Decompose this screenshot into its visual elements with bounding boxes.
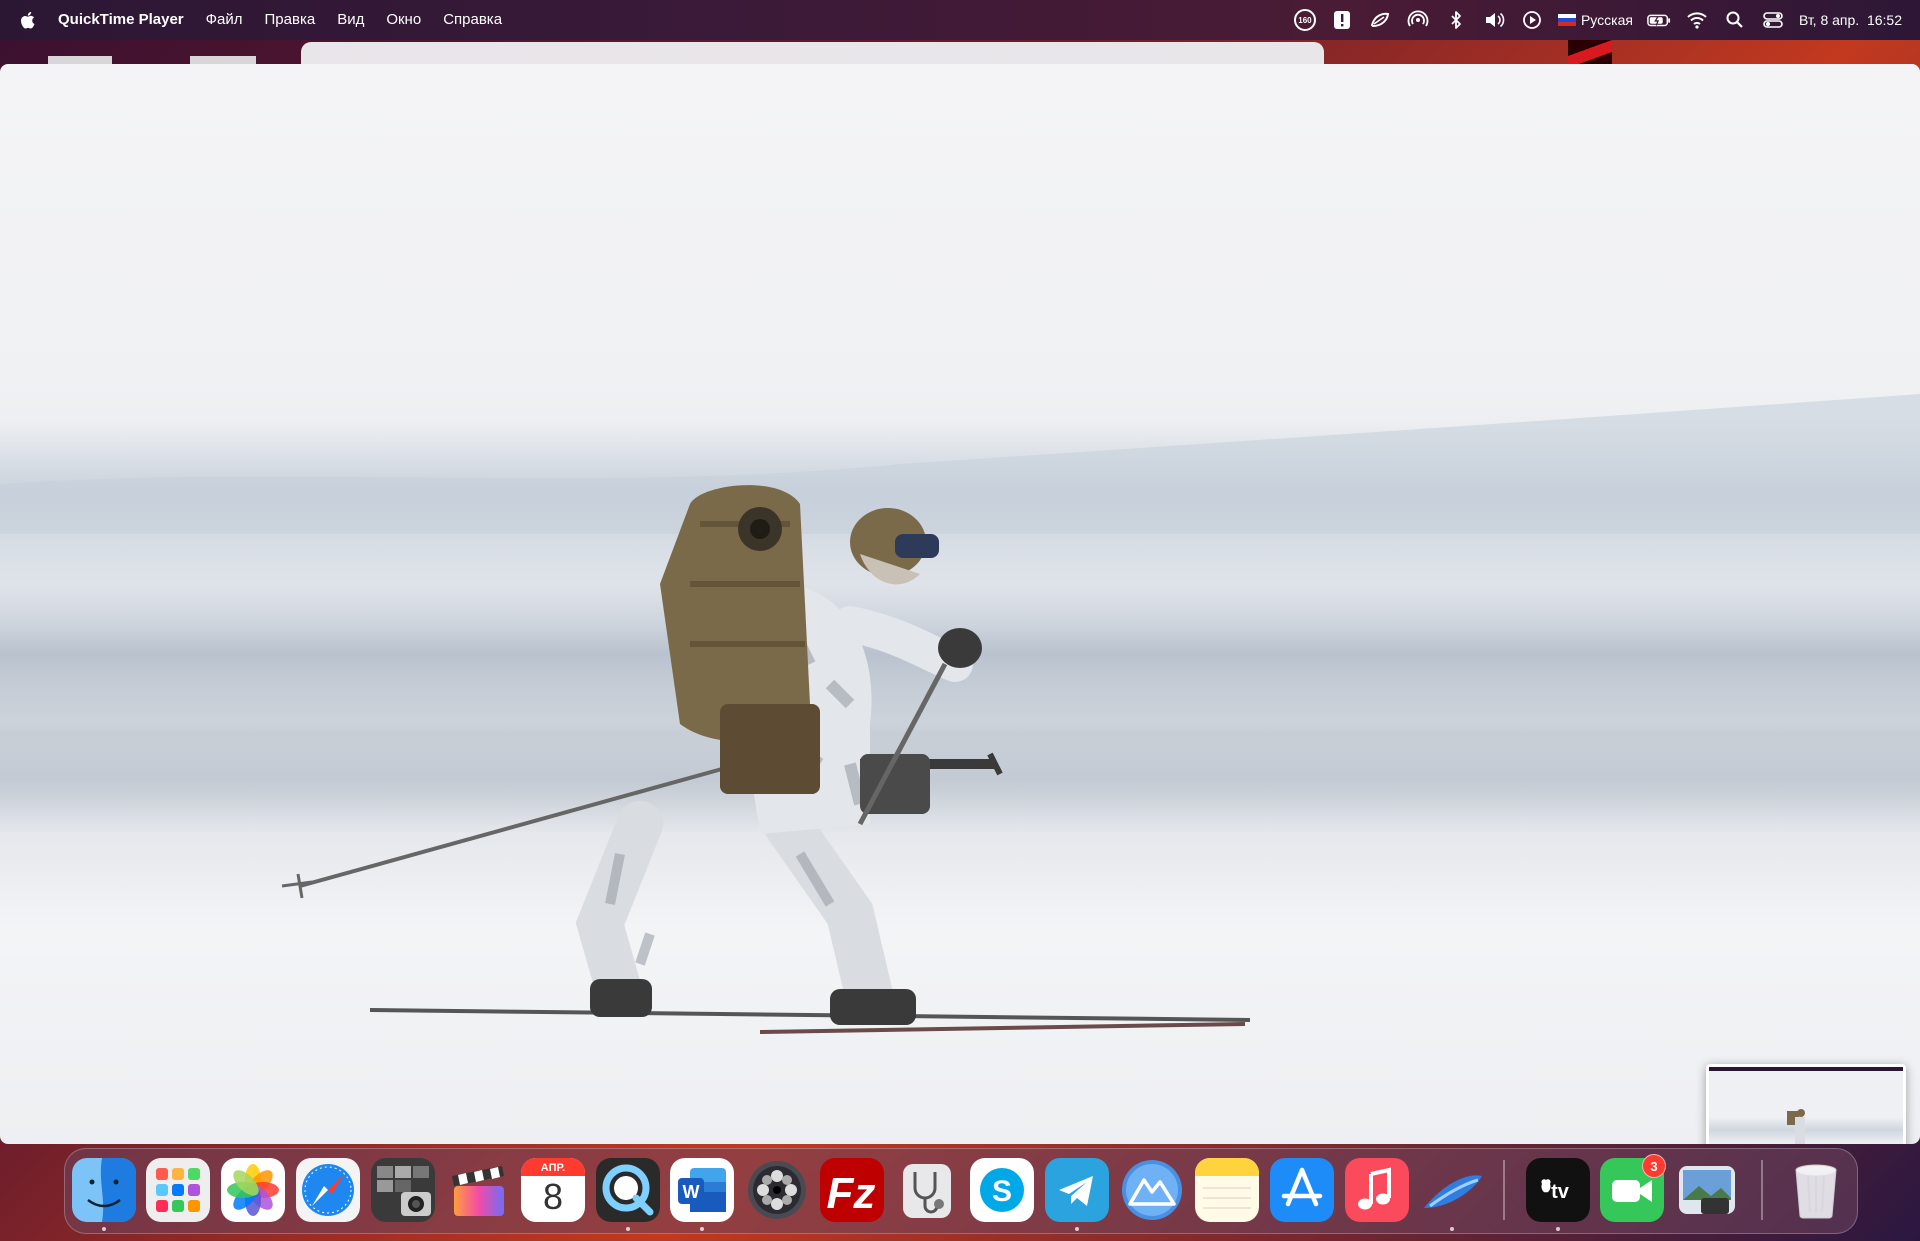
apple-tv-icon: tv (1526, 1158, 1590, 1222)
image-capture-icon (371, 1158, 435, 1222)
dock-filezilla[interactable]: Fz (820, 1158, 884, 1222)
stethoscope-icon (903, 1164, 951, 1218)
dock-notes[interactable] (1195, 1158, 1259, 1222)
dock-quicktime[interactable] (596, 1158, 660, 1222)
running-indicator (1075, 1227, 1079, 1231)
input-source[interactable]: Русская (1557, 12, 1633, 28)
dock-image-capture[interactable] (371, 1158, 435, 1222)
clapper-icon (452, 1166, 504, 1216)
dock-trash[interactable] (1784, 1158, 1848, 1222)
apple-icon[interactable] (20, 9, 40, 31)
bluetooth-icon[interactable] (1444, 8, 1468, 32)
quicktime-icon (596, 1158, 660, 1222)
dock-finder[interactable] (72, 1158, 136, 1222)
leaf-icon[interactable] (1368, 8, 1392, 32)
dock-separator (1761, 1160, 1763, 1220)
dock-telegram[interactable] (1045, 1158, 1109, 1222)
mountain-icon (1122, 1160, 1182, 1220)
svg-text:Fz: Fz (827, 1169, 876, 1218)
menu-bar: QuickTime Player Файл Правка Вид Окно Сп… (0, 0, 1920, 40)
dock-photos[interactable] (221, 1158, 285, 1222)
dock-skype[interactable]: S (970, 1158, 1034, 1222)
running-indicator (1450, 1227, 1454, 1231)
dock-separator (1503, 1160, 1505, 1220)
airdrop-icon[interactable] (1406, 8, 1430, 32)
preview-image (1709, 1067, 1903, 1144)
running-indicator (700, 1227, 704, 1231)
play-circle-icon[interactable] (1520, 8, 1544, 32)
menu-bar-status: 160 Русская Вт, 8 апр. 16:52 (1293, 0, 1902, 40)
app-store-icon (1270, 1158, 1334, 1222)
dock-preview[interactable] (1675, 1158, 1739, 1222)
word-icon: W (670, 1158, 734, 1222)
dock-dvd-player[interactable] (745, 1158, 809, 1222)
dock-disk-utility[interactable] (895, 1158, 959, 1222)
menu-file[interactable]: Файл (195, 0, 254, 40)
running-indicator (1556, 1227, 1560, 1231)
background-tab (190, 56, 256, 64)
notes-icon (1195, 1158, 1259, 1222)
calendar-day: 8 (542, 1176, 564, 1217)
exclamation-icon[interactable] (1330, 8, 1354, 32)
preview-icon (1679, 1166, 1735, 1214)
svg-text:S: S (992, 1175, 1012, 1208)
running-indicator (102, 1227, 106, 1231)
russian-flag-icon (1557, 14, 1576, 26)
video-frame (0, 394, 1920, 1034)
menu-view[interactable]: Вид (326, 0, 375, 40)
background-window-edge (1568, 40, 1612, 64)
music-icon (1345, 1158, 1409, 1222)
calendar-month: АПР. (540, 1162, 566, 1174)
dock-launchpad[interactable] (146, 1158, 210, 1222)
screen-preview-thumbnail[interactable] (1706, 1064, 1906, 1144)
dock-word[interactable]: W (670, 1158, 734, 1222)
dock-calendar[interactable]: АПР. 8 (521, 1158, 585, 1222)
skier-figure-icon (1787, 1109, 1805, 1144)
trash-icon (1795, 1164, 1837, 1219)
safari-icon (296, 1158, 360, 1222)
menu-bar-left: QuickTime Player Файл Правка Вид Окно Сп… (0, 0, 513, 40)
filezilla-icon: Fz (820, 1158, 884, 1222)
spotlight-search-icon[interactable] (1723, 8, 1747, 32)
background-tab (48, 56, 112, 64)
facetime-notification-badge: 3 (1642, 1154, 1666, 1178)
volume-icon[interactable] (1482, 8, 1506, 32)
clock[interactable]: Вт, 8 апр. 16:52 (1799, 12, 1902, 28)
dock-mountain-app[interactable] (1120, 1158, 1184, 1222)
wifi-icon[interactable] (1685, 8, 1709, 32)
svg-text:tv: tv (1551, 1181, 1570, 1203)
film-reel-icon (748, 1161, 806, 1219)
swoosh-icon (1424, 1175, 1482, 1208)
control-center-icon[interactable] (1761, 8, 1785, 32)
dock-final-cut[interactable] (446, 1158, 510, 1222)
speed-badge-icon[interactable]: 160 (1293, 9, 1316, 31)
dock-app-store[interactable] (1270, 1158, 1334, 1222)
dock-swoosh-app[interactable] (1420, 1158, 1484, 1222)
launchpad-icon (146, 1158, 210, 1222)
finder-icon (72, 1158, 136, 1222)
quicktime-video-window[interactable] (0, 64, 1920, 1144)
running-indicator (626, 1227, 630, 1231)
menu-help[interactable]: Справка (432, 0, 513, 40)
menu-app-name[interactable]: QuickTime Player (58, 0, 195, 40)
svg-text:W: W (683, 1182, 700, 1202)
dock-apple-tv[interactable]: tv (1526, 1158, 1590, 1222)
battery-icon[interactable] (1647, 8, 1671, 32)
dock-music[interactable] (1345, 1158, 1409, 1222)
dock-safari[interactable] (296, 1158, 360, 1222)
photos-icon (221, 1158, 285, 1222)
input-source-label: Русская (1580, 12, 1633, 28)
skype-icon: S (970, 1158, 1034, 1222)
menu-edit[interactable]: Правка (254, 0, 327, 40)
telegram-icon (1045, 1158, 1109, 1222)
menu-window[interactable]: Окно (375, 0, 432, 40)
